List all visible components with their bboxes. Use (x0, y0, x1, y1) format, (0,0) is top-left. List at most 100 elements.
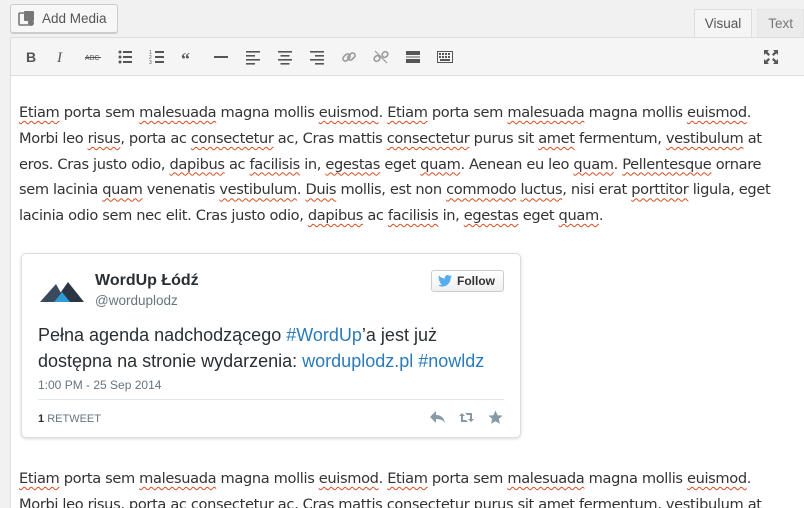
tab-text[interactable]: Text (757, 9, 804, 38)
editor-tabs: Visual Text (689, 9, 804, 39)
numbered-list-icon[interactable]: 123 (147, 47, 167, 67)
strikethrough-icon[interactable]: ABC (83, 47, 103, 67)
tweet-text: Pełna agenda nadchodzącego #WordUp’a jes… (38, 322, 508, 374)
text-run: , porta ac (120, 129, 191, 147)
favorite-icon[interactable] (487, 410, 504, 425)
spellcheck-word: Pellentesque (622, 155, 712, 173)
paragraph-text: Etiam porta sem malesuada magna mollis e… (19, 100, 789, 229)
svg-text:“: “ (181, 49, 190, 65)
spellcheck-word: amet (538, 495, 575, 508)
text-run: ac, Cras mattis (273, 495, 387, 508)
spellcheck-word: egestas (325, 155, 381, 173)
blockquote-icon[interactable]: “ (179, 47, 199, 67)
text-run: porta sem (427, 104, 508, 121)
retweet-label: RETWEET (47, 413, 101, 425)
hashtag-link[interactable]: #WordUp (286, 325, 362, 345)
spellcheck-word: dapibus (169, 155, 225, 173)
text-run: porta sem (59, 470, 140, 487)
spellcheck-word: Duis (305, 181, 337, 199)
text-run: eget (518, 207, 559, 225)
avatar (40, 282, 84, 302)
text-run: , porta ac (120, 495, 191, 508)
text-run: venenatis (142, 181, 220, 199)
text-run: magna mollis (216, 104, 319, 121)
text-run: fermentum, (574, 129, 666, 147)
text-run: purus sit (469, 129, 539, 147)
retweet-number: 1 (38, 413, 45, 425)
spellcheck-word: egestas (463, 207, 519, 225)
follow-label: Follow (457, 274, 495, 288)
embedded-tweet[interactable]: WordUp Łódź @worduplodz Follow Pełna age… (21, 253, 521, 438)
tweet-divider (38, 399, 504, 400)
url-link[interactable]: worduplodz.pl (302, 351, 413, 371)
svg-text:ABC: ABC (85, 55, 99, 62)
spellcheck-word: malesuada (139, 470, 217, 487)
bullet-list-icon[interactable] (115, 47, 135, 67)
tweet-author-handle[interactable]: @worduplodz (95, 293, 178, 308)
text-run: magna mollis (216, 470, 319, 487)
unlink-icon[interactable] (371, 47, 391, 67)
text-run: at (743, 495, 762, 508)
text-run: . (378, 104, 388, 121)
tweet-actions (429, 410, 504, 425)
add-media-button[interactable]: Add Media (10, 4, 118, 33)
align-right-icon[interactable] (307, 47, 327, 67)
spellcheck-word: dapibus (307, 207, 364, 225)
spellcheck-word: Etiam (387, 104, 428, 121)
reply-icon[interactable] (429, 410, 446, 425)
spellcheck-word: amet (538, 129, 575, 147)
spellcheck-word: vestibulum (219, 181, 297, 199)
read-more-icon[interactable] (403, 47, 423, 67)
spellcheck-word: vestibulum (665, 129, 744, 147)
align-left-icon[interactable] (243, 47, 263, 67)
text-run: eget (380, 155, 421, 173)
spellcheck-word: Etiam (387, 470, 428, 487)
text-run: mollis, est non (336, 181, 447, 199)
follow-button[interactable]: Follow (431, 270, 504, 292)
tweet-author-name[interactable]: WordUp Łódź (95, 272, 199, 290)
insert-link-icon[interactable] (339, 47, 359, 67)
horizontal-rule-icon[interactable] (211, 47, 231, 67)
post-paragraph-2[interactable]: Etiam porta sem malesuada magna mollis e… (19, 466, 789, 508)
spellcheck-word: facilisis (249, 155, 301, 173)
tweet-timestamp[interactable]: 1:00 PM - 25 Sep 2014 (38, 378, 161, 392)
text-run: porta sem (59, 104, 140, 121)
spellcheck-word: Etiam (19, 104, 60, 121)
text-run: magna mollis (584, 470, 687, 487)
text-run: . (613, 155, 623, 173)
text-run: ac (363, 207, 388, 225)
text-run: , nisi erat (562, 181, 632, 199)
retweet-count[interactable]: 1 RETWEET (38, 413, 101, 425)
post-paragraph-1[interactable]: Etiam porta sem malesuada magna mollis e… (19, 100, 789, 229)
align-center-icon[interactable] (275, 47, 295, 67)
bold-icon[interactable]: B (21, 47, 41, 67)
text-run: purus sit (469, 495, 539, 508)
text-run: in, (438, 207, 464, 225)
spellcheck-word: Etiam (19, 470, 60, 487)
fullscreen-icon[interactable] (761, 47, 781, 67)
text-run: . (598, 207, 604, 225)
svg-text:I: I (56, 50, 63, 65)
spellcheck-word: malesuada (507, 104, 585, 121)
text-run: in, (299, 155, 326, 173)
toolbar-toggle-icon[interactable] (435, 47, 455, 67)
spellcheck-word: euismod (318, 470, 379, 487)
spellcheck-word: quam (573, 155, 614, 173)
spellcheck-word: quam (558, 207, 600, 225)
spellcheck-word: luctus (520, 181, 563, 199)
spellcheck-word: euismod (686, 470, 747, 487)
text-run: porta sem (427, 470, 508, 487)
tab-visual[interactable]: Visual (693, 9, 753, 39)
text-run: fermentum, (574, 495, 666, 508)
text-run: magna mollis (584, 104, 687, 121)
italic-icon[interactable]: I (51, 47, 71, 67)
retweet-icon[interactable] (458, 410, 475, 425)
spellcheck-word: malesuada (139, 104, 217, 121)
editor-topbar: Add Media Visual Text (0, 0, 804, 39)
spellcheck-word: euismod (318, 104, 379, 121)
hashtag-link-2[interactable]: #nowldz (418, 351, 484, 371)
text-run: ac (224, 155, 250, 173)
text-run: . (378, 470, 388, 487)
text-run: ac, Cras mattis (273, 129, 387, 147)
add-media-label: Add Media (42, 11, 107, 26)
